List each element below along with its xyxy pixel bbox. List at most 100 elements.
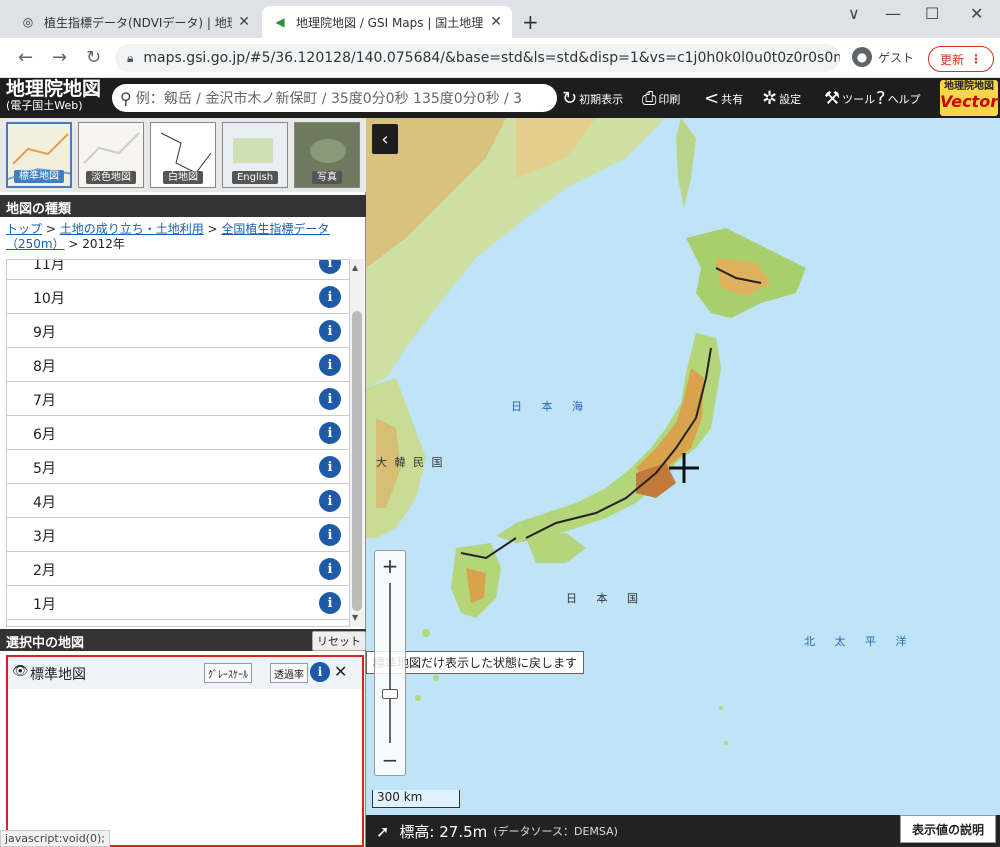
month-label: 9月 [33,325,56,341]
window-close-button[interactable]: ✕ [970,4,983,23]
month-label: 11月 [33,259,65,273]
close-icon[interactable]: ✕ [490,14,502,30]
settings-button[interactable]: ✲ 設定 [762,88,801,109]
month-label: 2月 [33,563,56,579]
list-item[interactable]: 1月 i [7,586,349,620]
selected-layer-row[interactable]: 👁︎ 標準地図 ｸﾞﾚｰｽｹｰﾙ 透過率 i ✕ [8,657,362,689]
list-item[interactable]: 3月 i [7,518,349,552]
map-types-title: 地図の種類 [6,202,72,217]
opacity-button[interactable]: 透過率 [270,663,308,683]
close-icon[interactable]: ✕ [238,14,250,30]
selected-maps-title: 選択中の地図 [6,636,85,651]
help-label: ヘルプ [887,92,921,106]
explain-values-button[interactable]: 表示値の説明 [900,815,996,843]
refresh-icon: ↻ [562,88,578,109]
info-icon[interactable]: i [319,354,341,376]
maximize-button[interactable]: ☐ [925,4,939,23]
expand-arrow-icon[interactable]: ➚ [376,822,389,841]
browser-tabstrip: ◎ 植生指標データ(NDVIデータ) | 地理院 ✕ ◀ 地理院地図 / GSI… [0,0,1000,38]
info-icon[interactable]: i [319,320,341,342]
basemap-selector: 標準地図 淡色地図 白地図 English 写真 [0,118,366,192]
vector-badge-top: 地理院地図 [944,81,994,92]
browser-tab-ndvi[interactable]: ◎ 植生指標データ(NDVIデータ) | 地理院 ✕ [10,6,260,38]
basemap-photo[interactable]: 写真 [294,122,360,188]
tools-icon: ⚒ [824,88,841,109]
zoom-control: + − [374,550,406,776]
breadcrumb-top[interactable]: トップ [6,222,42,236]
month-label: 6月 [33,427,56,443]
search-input[interactable]: ⚲ 例：剱岳 / 金沢市木ノ新保町 / 35度0分0秒 135度0分0秒 / 3 [112,84,557,112]
info-icon[interactable]: i [310,662,330,682]
zoom-in-button[interactable]: + [375,553,405,579]
gear-icon: ✲ [762,88,778,109]
forward-arrow-icon[interactable]: → [52,47,67,68]
info-icon[interactable]: i [319,456,341,478]
map-canvas[interactable]: 日 本 海 北 太 平 洋 日 本 国 大 韓 民 国 ‹ 標準地図だけ表示した… [366,118,1000,847]
profile-button[interactable]: ● ゲスト [852,47,914,67]
basemap-std[interactable]: 標準地図 [6,122,72,188]
info-icon[interactable]: i [319,422,341,444]
basemap-pale-label: 淡色地図 [86,171,136,184]
scroll-down-arrow-icon[interactable]: ▼ [352,613,358,622]
zoom-slider-track[interactable] [389,583,391,743]
list-item[interactable]: 10月 i [7,280,349,314]
breadcrumb-land-use[interactable]: 土地の成り立ち・土地利用 [60,222,204,236]
info-icon[interactable]: i [319,286,341,308]
month-list-scrollbar[interactable]: ▲ ▼ [350,259,364,627]
share-button[interactable]: < 共有 [704,88,743,109]
initial-view-button[interactable]: ↻ 初期表示 [562,88,623,109]
basemap-english[interactable]: English [222,122,288,188]
zoom-out-button[interactable]: − [375,747,405,773]
list-item[interactable]: 4月 i [7,484,349,518]
share-icon: < [704,88,720,109]
site-logo[interactable]: 地理院地図 (電子国土Web) [6,80,101,112]
tools-button[interactable]: ⚒ ツール [824,88,875,109]
tab-search-icon[interactable]: ∨ [848,4,860,23]
layer-panel: 標準地図 淡色地図 白地図 English 写真 地図の種類 トップ > 土地の… [0,118,366,847]
basemap-pale[interactable]: 淡色地図 [78,122,144,188]
month-list: 11月 i 10月 i 9月 i 8月 i 7月 i 6月 i 5月 i 4月 i 3月 i 2月… [6,259,350,627]
scale-bar: 300 km [372,790,460,808]
basemap-blank[interactable]: 白地図 [150,122,216,188]
collapse-panel-button[interactable]: ‹ [372,124,398,154]
minimize-button[interactable]: — [885,4,901,23]
scroll-up-arrow-icon[interactable]: ▲ [352,263,358,272]
basemap-photo-label: 写真 [312,171,342,184]
list-item[interactable]: 11月 i [7,259,349,280]
info-icon[interactable]: i [319,490,341,512]
eye-icon[interactable]: 👁︎ [12,664,29,679]
info-icon[interactable]: i [319,592,341,614]
basemap-english-label: English [231,171,279,184]
new-tab-button[interactable]: + [522,10,539,34]
info-icon[interactable]: i [319,388,341,410]
zoom-slider-handle[interactable] [382,689,398,699]
print-button[interactable]: ⎙ 印刷 [642,88,680,109]
vector-map-badge[interactable]: 地理院地図 Vector [940,80,998,116]
update-button[interactable]: 更新 ⋮ [928,46,994,72]
remove-layer-icon[interactable]: ✕ [334,662,347,681]
url-text: maps.gsi.go.jp/#5/36.120128/140.075684/&… [143,50,840,66]
grayscale-button[interactable]: ｸﾞﾚｰｽｹｰﾙ [204,663,252,683]
breadcrumb-current: > 2012年 [64,237,125,251]
reset-button[interactable]: リセット [312,631,366,651]
list-item[interactable]: 9月 i [7,314,349,348]
browser-tab-gsi[interactable]: ◀ 地理院地図 / GSI Maps | 国土地理 ✕ [262,6,512,38]
list-item[interactable]: 7月 i [7,382,349,416]
reload-icon[interactable]: ↻ [86,47,101,68]
list-item[interactable]: 8月 i [7,348,349,382]
month-label: 7月 [33,393,56,409]
vector-badge-bottom: Vector [940,92,999,111]
breadcrumb-sep: > [203,222,222,236]
info-icon[interactable]: i [319,260,341,274]
list-item[interactable]: 2月 i [7,552,349,586]
settings-label: 設定 [779,92,802,106]
back-arrow-icon[interactable]: ← [18,47,33,68]
info-icon[interactable]: i [319,558,341,580]
info-icon[interactable]: i [319,524,341,546]
scrollbar-thumb[interactable] [352,311,362,611]
help-button[interactable]: ? ヘルプ [876,88,921,109]
url-field[interactable]: 🔒︎ maps.gsi.go.jp/#5/36.120128/140.07568… [115,44,840,72]
list-item[interactable]: 5月 i [7,450,349,484]
gsi-favicon-icon: ◀ [275,15,285,29]
list-item[interactable]: 6月 i [7,416,349,450]
